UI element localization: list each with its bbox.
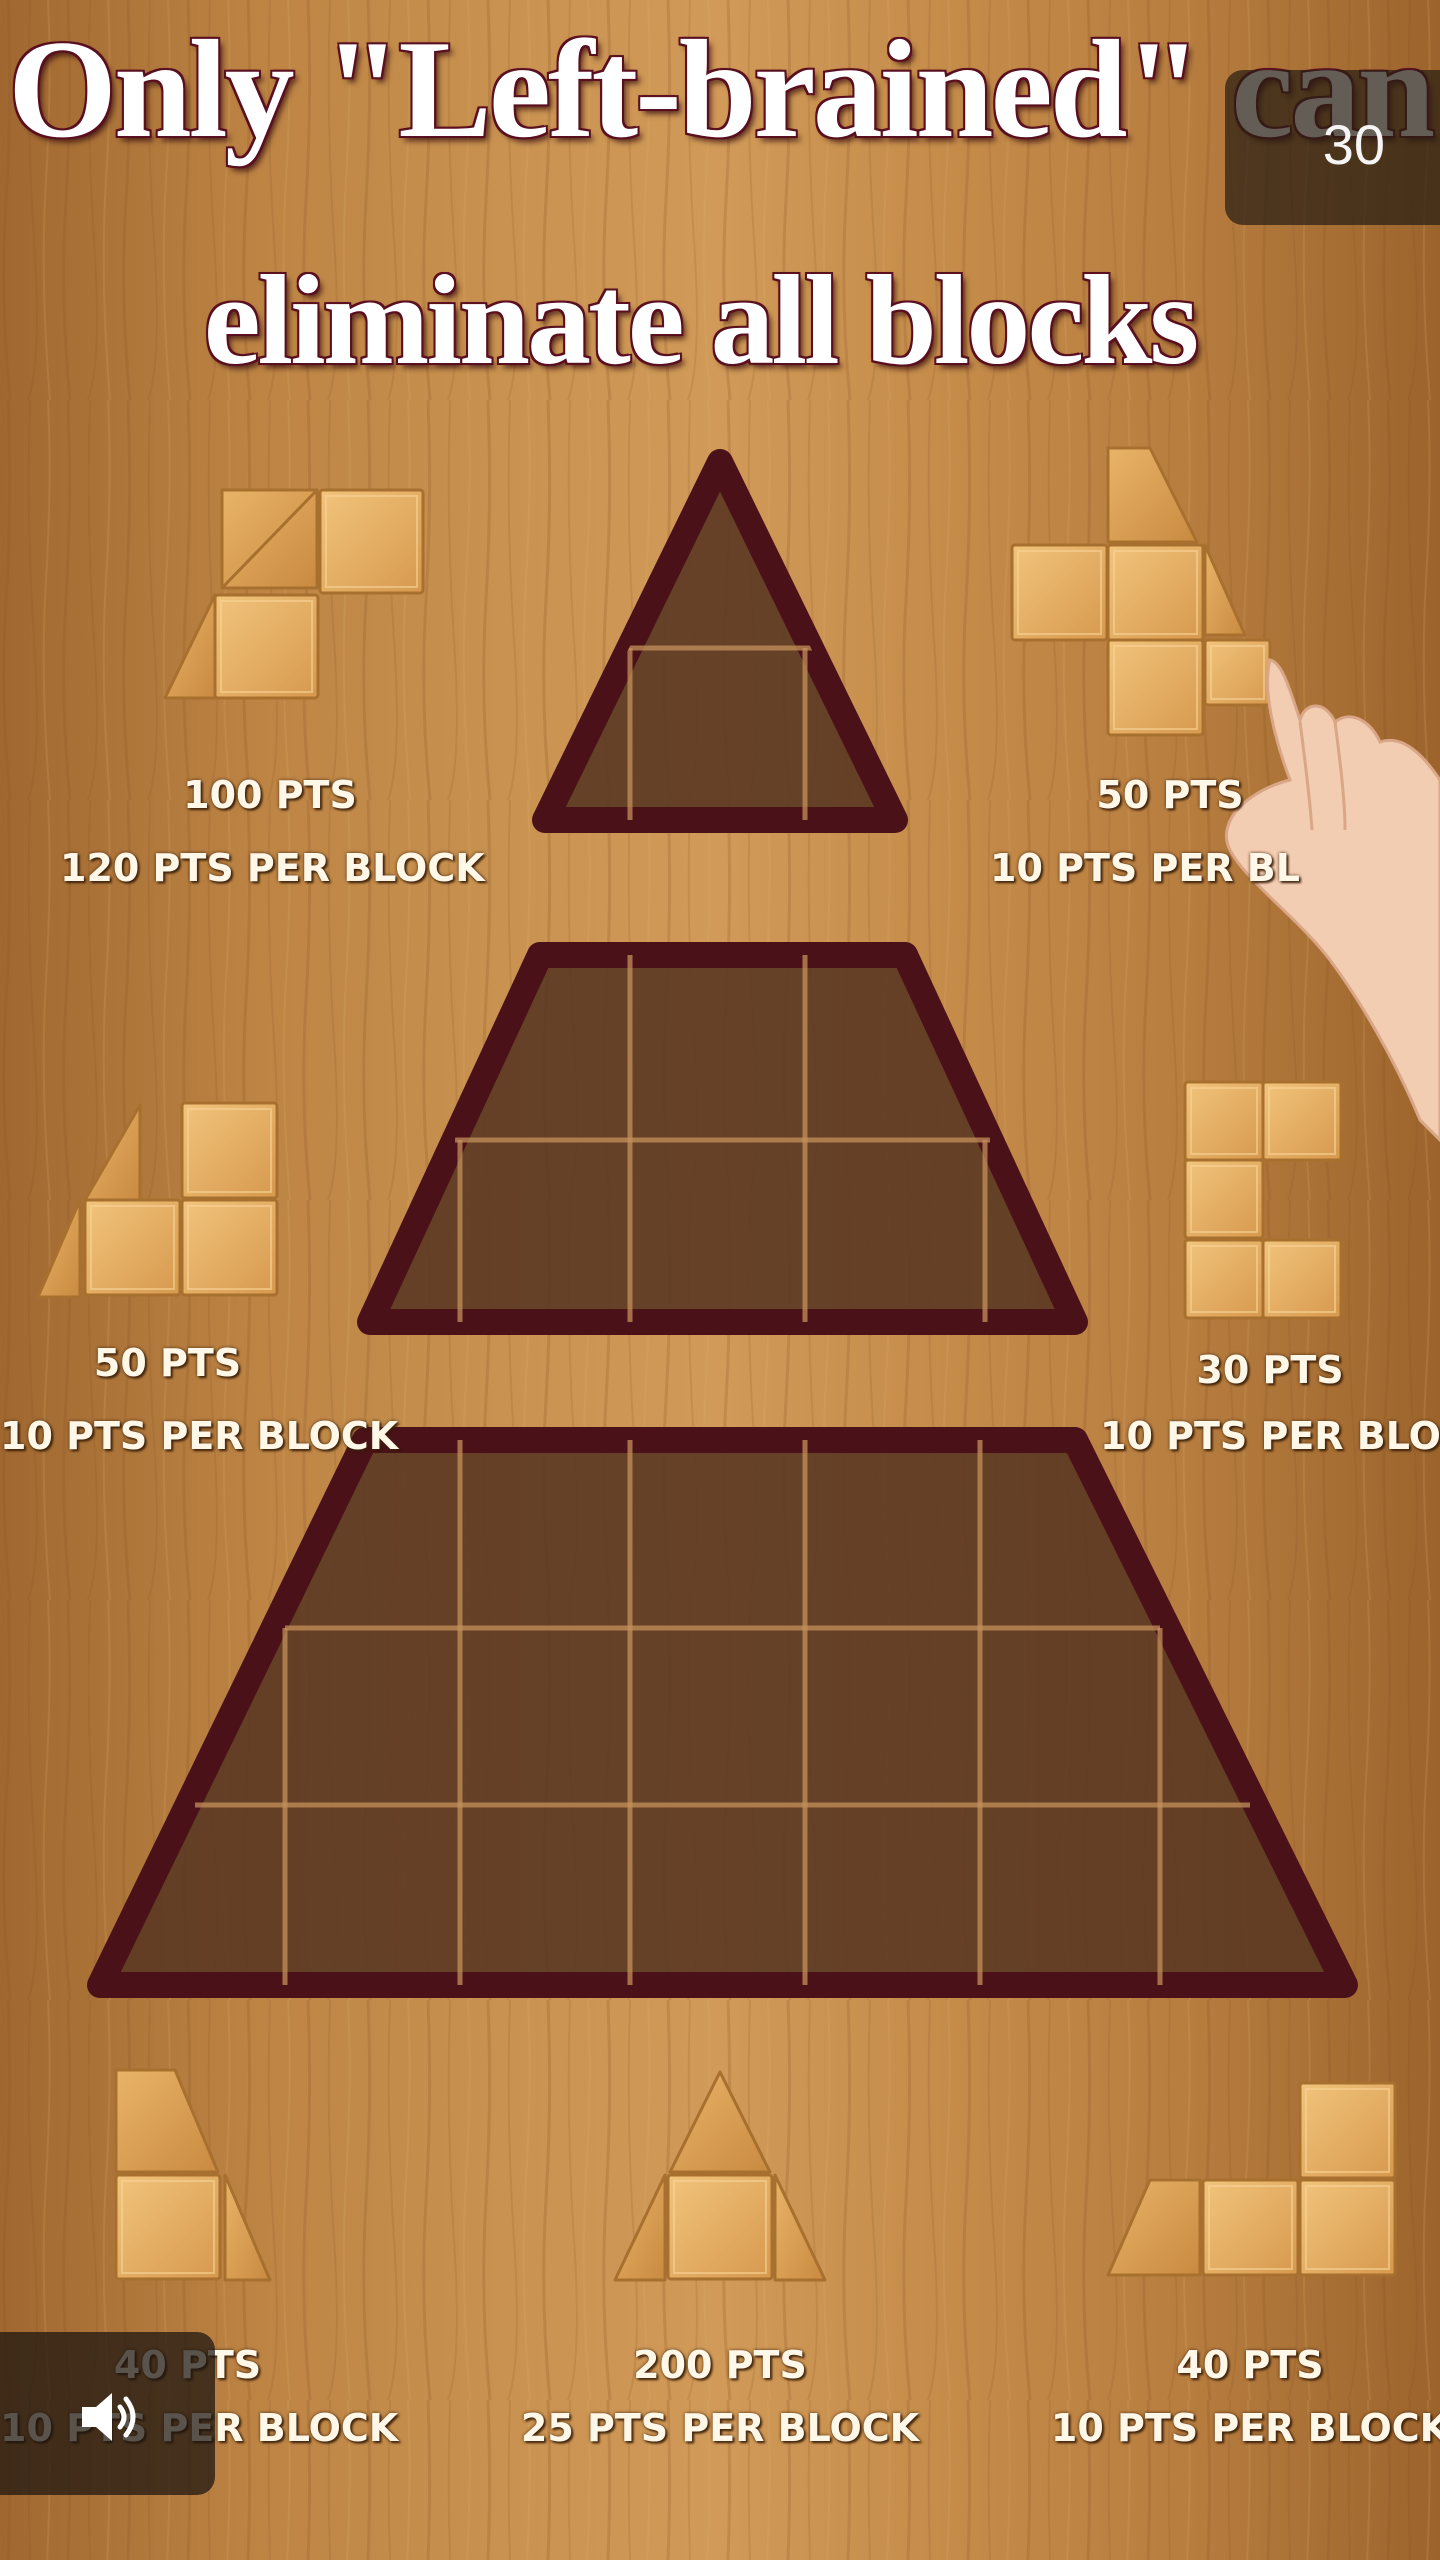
piece-top-right-per-block: 10 PTS PER BL [990,846,1300,890]
wood-block [83,1198,182,1297]
wood-block [1298,2178,1397,2277]
wood-block [1106,543,1205,642]
wood-block [180,1198,279,1297]
wood-block [1201,2178,1300,2277]
wood-block [1261,1080,1343,1162]
timer-value: 30 [1322,113,1385,176]
piece-bottom-center-pts: 200 PTS [633,2343,807,2387]
wood-block [666,2173,774,2281]
piece-middle-left-per-block: 10 PTS PER BLOCK [0,1414,399,1458]
wood-block [1183,1238,1265,1320]
sound-toggle-button[interactable] [0,2332,215,2495]
wood-block [1106,638,1205,737]
wood-block [1183,1080,1265,1162]
piece-bottom-right-per-block: 10 PTS PER BLOCK [1050,2406,1440,2450]
wood-block [318,488,425,595]
piece-top-left-per-block: 120 PTS PER BLOCK [60,846,485,890]
wood-block [1298,2081,1397,2180]
speaker-icon [82,2393,136,2441]
wood-block [1203,638,1272,707]
piece-middle-left-pts: 50 PTS [93,1341,242,1385]
piece-top-right-pts: 50 PTS [1096,773,1244,817]
wood-block [1010,543,1109,642]
wood-block [1183,1158,1265,1240]
headline-line-2: eliminate all blocks [203,249,1199,391]
wood-block [213,593,320,700]
wood-block [180,1101,279,1200]
piece-top-left-pts: 100 PTS [183,773,357,817]
piece-middle-right-per-block: 10 PTS PER BLOCK [1100,1414,1440,1458]
timer-badge: 30 [1225,70,1440,225]
game-screen: Only "Left-brained" can eliminate all bl… [0,0,1440,2560]
wood-block [1261,1238,1343,1320]
piece-middle-right-pts: 30 PTS [1196,1348,1344,1392]
wood-block [114,2173,222,2281]
piece-bottom-center-per-block: 25 PTS PER BLOCK [520,2406,920,2450]
piece-bottom-right-pts: 40 PTS [1176,2343,1324,2387]
